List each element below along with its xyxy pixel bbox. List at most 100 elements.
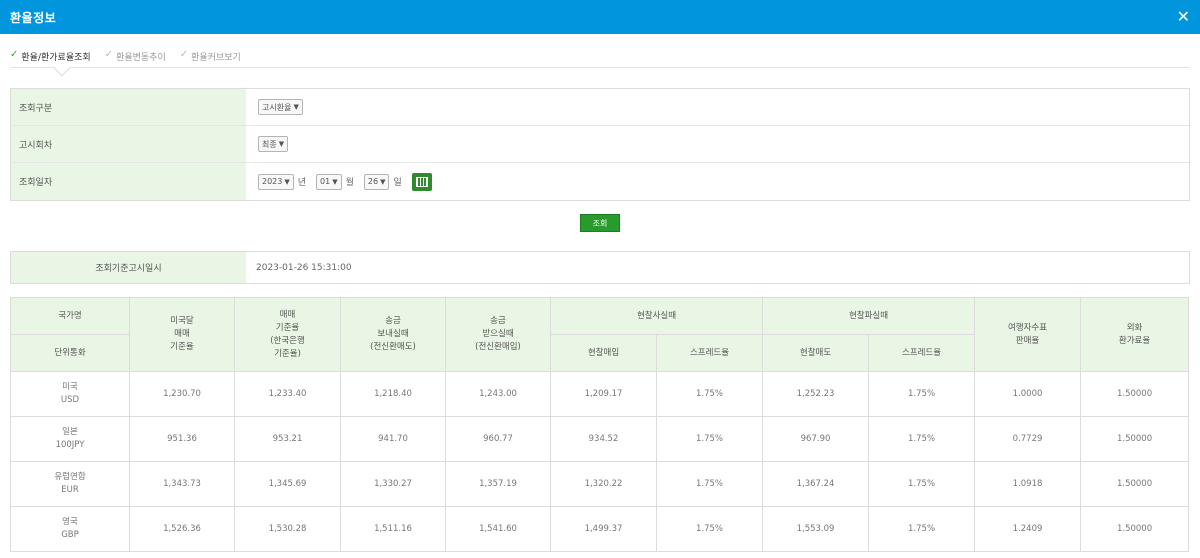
cell-usd-rate: 1,343.73 <box>129 461 235 507</box>
cell-receive: 1,357.19 <box>445 461 551 507</box>
country-cell: 유럽연합 EUR <box>10 461 130 507</box>
cell-receive: 1,243.00 <box>445 371 551 417</box>
country-cell: 영국 GBP <box>10 506 130 552</box>
check-icon: ✓ <box>10 49 19 60</box>
day-select[interactable]: 26 ▼ <box>363 173 390 190</box>
cell-spread2: 1.75% <box>868 371 976 417</box>
cell-cash-sell: 1,553.09 <box>762 506 870 552</box>
cell-cash-buy: 1,320.22 <box>550 461 657 507</box>
table-row: 일본 100JPY 951.36 953.21 941.70 960.77 934.52 1.… <box>10 416 1190 462</box>
cell-rate: 1.50000 <box>1080 506 1190 552</box>
tab-label: 환율변동추이 <box>116 53 166 63</box>
cell-spread2: 1.75% <box>868 416 976 462</box>
cell-usd-rate: 1,230.70 <box>129 371 235 417</box>
cell-tc: 1.2409 <box>974 506 1082 552</box>
chevron-down-icon: ▼ <box>332 177 338 186</box>
country-cell: 미국 USD <box>10 371 130 417</box>
search-row-type: 조회구분 고시환율 ▼ <box>11 89 1189 126</box>
currency-code: USD <box>60 395 80 405</box>
cell-cash-sell: 967.90 <box>762 416 870 462</box>
cell-base-rate: 1,530.28 <box>234 506 341 552</box>
month-unit: 월 <box>345 178 354 188</box>
cell-send: 1,330.27 <box>340 461 446 507</box>
notice-datetime-value: 2023-01-26 15:31:00 <box>256 262 352 273</box>
search-type-select[interactable]: 고시환율 ▼ <box>258 99 303 115</box>
cell-cash-sell: 1,252.23 <box>762 371 870 417</box>
tab-label: 환율커브보기 <box>191 53 241 63</box>
exchange-rate-table: 국가명 미국달 매매 기준율 매매 기준율 (한국은행 기준율) 송금 보내실때… <box>10 297 1190 552</box>
notice-datetime-label: 조회기준고시일시 <box>11 252 246 283</box>
year-select[interactable]: 2023 ▼ <box>258 173 294 190</box>
window-title: 환율정보 <box>10 10 57 25</box>
notice-datetime-row: 조회기준고시일시 2023-01-26 15:31:00 <box>10 251 1190 284</box>
header-send: 송금 보내실때 (전신환매도) <box>340 297 446 372</box>
tab-exchange-rate[interactable]: ✓ 환율/환가료율조회 <box>10 50 91 67</box>
currency-code: 100JPY <box>55 440 85 450</box>
header-spread1: 스프레드율 <box>655 334 764 372</box>
calendar-icon[interactable] <box>411 172 432 191</box>
search-form: 조회구분 고시환율 ▼ 고시회차 최종 ▼ 조회일자 2023 ▼ 년 01 ▼… <box>10 88 1190 201</box>
header-cash-buy-group: 현찰사실때 <box>549 297 764 335</box>
close-icon[interactable]: ✕ <box>1177 9 1190 25</box>
header-base-rate: 매매 기준율 (한국은행 기준율) <box>234 297 341 372</box>
table-row: 미국 USD 1,230.70 1,233.40 1,218.40 1,243.00 1,2… <box>10 371 1190 417</box>
cell-spread1: 1.75% <box>655 461 764 507</box>
cell-spread2: 1.75% <box>868 506 976 552</box>
cell-base-rate: 1,345.69 <box>234 461 341 507</box>
cell-cash-sell: 1,367.24 <box>762 461 870 507</box>
cell-cash-buy: 934.52 <box>550 416 657 462</box>
cell-rate: 1.50000 <box>1080 371 1190 417</box>
cell-base-rate: 953.21 <box>234 416 341 462</box>
chevron-down-icon: ▼ <box>278 140 285 148</box>
table-row: 영국 GBP 1,526.36 1,530.28 1,511.16 1,541.60 1,4… <box>10 506 1190 552</box>
country-name: 미국 <box>62 382 78 392</box>
tab-label: 환율/환가료율조회 <box>21 53 91 63</box>
chevron-down-icon: ▼ <box>293 103 299 111</box>
tab-rate-curve[interactable]: ✓ 환율커브보기 <box>180 50 241 67</box>
tab-bar: ✓ 환율/환가료율조회 ✓ 환율변동추이 ✓ 환율커브보기 <box>10 50 1190 77</box>
cell-cash-buy: 1,209.17 <box>550 371 657 417</box>
cell-rate: 1.50000 <box>1080 416 1190 462</box>
search-type-label: 조회구분 <box>11 89 246 125</box>
cell-tc: 0.7729 <box>974 416 1082 462</box>
year-unit: 년 <box>297 178 307 188</box>
cell-tc: 1.0918 <box>974 461 1082 507</box>
header-cash-sell-group: 현찰파실때 <box>762 297 976 335</box>
header-currency: 단위통화 <box>10 334 130 372</box>
cell-tc: 1.0000 <box>974 371 1082 417</box>
currency-code: EUR <box>61 485 79 495</box>
cell-spread1: 1.75% <box>655 371 764 417</box>
day-unit: 일 <box>393 178 402 188</box>
header-cash-sell: 현찰매도 <box>762 334 870 372</box>
cell-receive: 1,541.60 <box>445 506 551 552</box>
month-select[interactable]: 01 ▼ <box>316 173 342 190</box>
round-select[interactable]: 최종 ▼ <box>258 136 289 152</box>
search-row-date: 조회일자 2023 ▼ 년 01 ▼ 월 26 ▼ 일 <box>11 163 1189 200</box>
chevron-down-icon: ▼ <box>284 177 290 186</box>
country-name: 유럽연합 <box>54 472 86 482</box>
cell-send: 941.70 <box>340 416 446 462</box>
cell-cash-buy: 1,499.37 <box>550 506 657 552</box>
cell-receive: 960.77 <box>445 416 551 462</box>
cell-base-rate: 1,233.40 <box>234 371 341 417</box>
tab-rate-trend[interactable]: ✓ 환율변동추이 <box>105 50 166 67</box>
country-name: 영국 <box>62 517 78 527</box>
header-cash-buy: 현찰매입 <box>550 334 657 372</box>
header-rate: 외화 환가료율 <box>1080 297 1190 372</box>
check-icon: ✓ <box>179 49 189 60</box>
window-titlebar: 환율정보 ✕ <box>0 0 1200 34</box>
country-cell: 일본 100JPY <box>10 416 130 462</box>
search-button[interactable]: 조회 <box>580 214 620 232</box>
header-country: 국가명 <box>10 297 130 335</box>
chevron-down-icon: ▼ <box>380 177 386 186</box>
cell-usd-rate: 1,526.36 <box>129 506 235 552</box>
header-usd-rate: 미국달 매매 기준율 <box>129 297 235 372</box>
header-spread2: 스프레드율 <box>868 334 976 372</box>
date-label: 조회일자 <box>11 163 246 200</box>
header-receive: 송금 받으실때 (전신환매입) <box>445 297 551 372</box>
table-row: 유럽연합 EUR 1,343.73 1,345.69 1,330.27 1,357.19 1… <box>10 461 1190 507</box>
cell-send: 1,511.16 <box>340 506 446 552</box>
country-name: 일본 <box>62 427 78 437</box>
check-icon: ✓ <box>104 49 114 60</box>
cell-send: 1,218.40 <box>340 371 446 417</box>
